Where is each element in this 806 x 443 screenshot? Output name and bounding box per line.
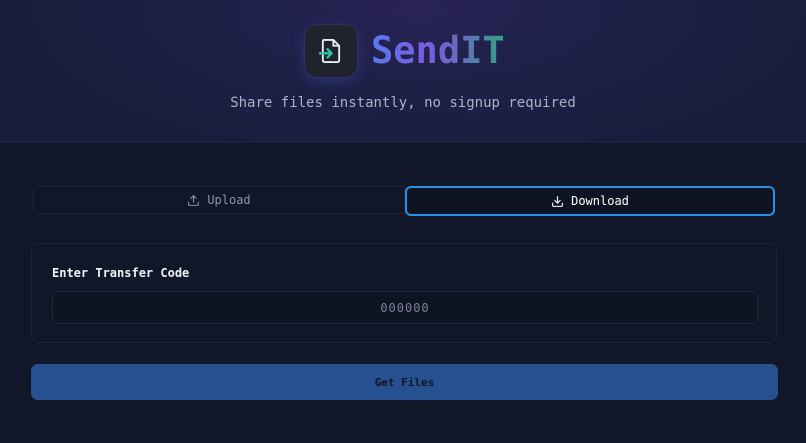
tab-download[interactable]: Download [405,186,775,216]
tab-download-label: Download [571,194,629,208]
mode-tabs: Upload Download [33,186,775,216]
transfer-code-input[interactable] [52,291,758,324]
transfer-code-label: Enter Transfer Code [52,266,190,280]
logo [305,25,357,77]
transfer-code-card: Enter Transfer Code [31,243,777,343]
file-transfer-icon [318,38,341,64]
tab-upload[interactable]: Upload [33,186,405,214]
app-title: SendIT [371,25,505,77]
tab-upload-label: Upload [207,193,251,207]
tagline: Share files instantly, no signup require… [230,95,576,111]
sendit-page: SendIT Share files instantly, no signup … [0,0,806,443]
get-files-button[interactable]: Get Files [31,364,778,400]
hero-header: SendIT Share files instantly, no signup … [0,0,806,143]
brand: SendIT [305,25,505,77]
download-icon [551,195,564,208]
upload-icon [187,194,200,207]
